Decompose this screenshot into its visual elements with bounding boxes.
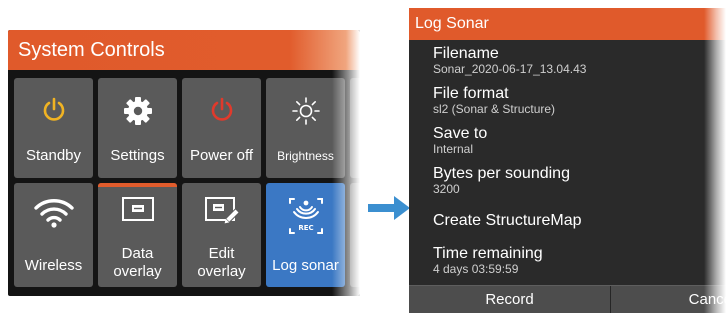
dialog-button-bar: Record Cancel	[409, 285, 726, 313]
log-sonar-tile[interactable]: REC Log sonar	[266, 183, 345, 287]
edit-overlay-tile[interactable]: Edit overlay	[182, 183, 261, 287]
save-to-value: Internal	[433, 142, 474, 156]
wireless-label: Wireless	[24, 257, 83, 274]
save-to-label: Save to	[433, 125, 488, 142]
power-off-label: Power off	[189, 147, 254, 164]
partial-tile[interactable]	[350, 183, 360, 287]
gear-icon	[98, 96, 177, 126]
brightness-tile[interactable]: Brightness	[266, 78, 345, 178]
system-controls-title: System Controls	[8, 30, 360, 70]
time-remaining-row: Time remaining 4 days 03:59:59	[409, 245, 726, 276]
edit-overlay-label-line2: overlay	[197, 263, 246, 280]
log-sonar-label: Log sonar	[272, 257, 339, 274]
settings-tile[interactable]: Settings	[98, 78, 177, 178]
active-indicator	[98, 183, 177, 187]
time-remaining-value: 4 days 03:59:59	[433, 262, 519, 276]
data-overlay-icon	[98, 195, 177, 223]
partial-tile[interactable]	[350, 78, 360, 178]
edit-overlay-label-line1: Edit	[208, 245, 235, 262]
create-structuremap-row[interactable]: Create StructureMap	[409, 211, 726, 231]
data-overlay-label-line2: overlay	[113, 263, 162, 280]
rec-text: REC	[298, 224, 313, 232]
power-icon	[182, 96, 261, 124]
record-button[interactable]: Record	[409, 286, 611, 313]
data-overlay-label: Data overlay	[98, 245, 177, 281]
power-icon	[14, 96, 93, 124]
arrow-right-icon	[368, 196, 410, 220]
file-format-label: File format	[433, 85, 509, 102]
system-controls-panel: System Controls Standby Settings Power o…	[8, 30, 360, 296]
create-structuremap-label: Create StructureMap	[433, 212, 582, 229]
dialog-title: Log Sonar	[409, 8, 726, 40]
filename-label: Filename	[433, 45, 499, 62]
file-format-row[interactable]: File format sl2 (Sonar & Structure)	[409, 85, 726, 116]
wireless-tile[interactable]: Wireless	[14, 183, 93, 287]
standby-tile[interactable]: Standby	[14, 78, 93, 178]
sun-icon	[266, 96, 345, 126]
edit-overlay-icon	[182, 195, 261, 225]
sonar-rec-icon: REC	[266, 195, 345, 237]
data-overlay-tile[interactable]: Data overlay	[98, 183, 177, 287]
bytes-per-sounding-value: 3200	[433, 182, 460, 196]
brightness-label: Brightness	[277, 149, 334, 163]
bytes-per-sounding-row[interactable]: Bytes per sounding 3200	[409, 165, 726, 196]
cancel-button[interactable]: Cancel	[612, 286, 726, 313]
data-overlay-label-line1: Data	[121, 245, 154, 262]
bytes-per-sounding-label: Bytes per sounding	[433, 165, 570, 182]
wifi-icon	[14, 195, 93, 229]
standby-label: Standby	[25, 147, 82, 164]
edit-overlay-label: Edit overlay	[182, 245, 261, 281]
settings-label: Settings	[110, 147, 165, 164]
save-to-row[interactable]: Save to Internal	[409, 125, 726, 156]
file-format-value: sl2 (Sonar & Structure)	[433, 102, 556, 116]
filename-value: Sonar_2020-06-17_13.04.43	[433, 62, 587, 76]
filename-row[interactable]: Filename Sonar_2020-06-17_13.04.43	[409, 45, 726, 76]
power-off-tile[interactable]: Power off	[182, 78, 261, 178]
time-remaining-label: Time remaining	[433, 245, 543, 262]
log-sonar-dialog: Log Sonar Filename Sonar_2020-06-17_13.0…	[409, 8, 726, 313]
